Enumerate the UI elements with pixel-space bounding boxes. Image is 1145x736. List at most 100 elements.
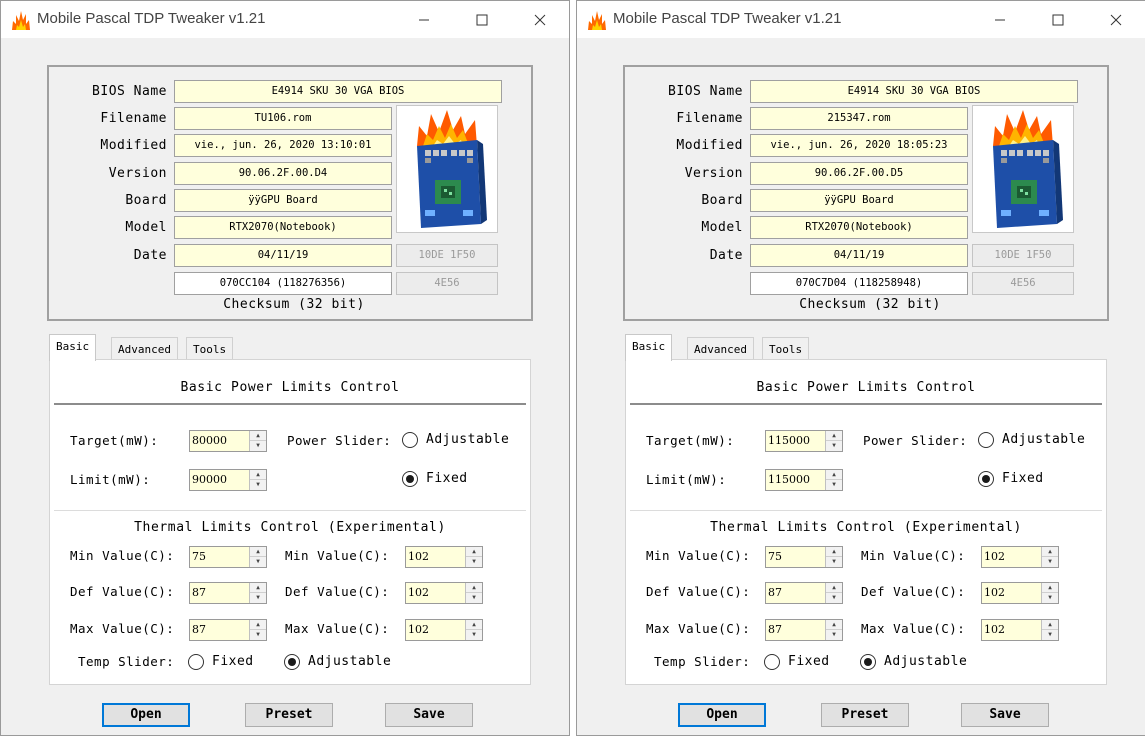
spin-down-icon[interactable]: ▼: [466, 630, 482, 640]
temp-slider-fixed-radio[interactable]: [188, 654, 204, 670]
target-stepper[interactable]: 80000 ▲ ▼: [189, 430, 267, 452]
limit-spin-buttons[interactable]: ▲ ▼: [249, 470, 266, 490]
spin-down-icon[interactable]: ▼: [1042, 557, 1058, 567]
thermal-min-stepper[interactable]: 75 ▲ ▼: [765, 546, 843, 568]
spin-up-icon[interactable]: ▲: [466, 620, 482, 630]
limit-spin-buttons[interactable]: ▲ ▼: [825, 470, 842, 490]
limit-stepper[interactable]: 90000 ▲ ▼: [189, 469, 267, 491]
spin-up-icon[interactable]: ▲: [250, 620, 266, 630]
thermal-max-stepper-2[interactable]: 102 ▲ ▼: [405, 619, 483, 641]
spin-up-icon[interactable]: ▲: [1042, 583, 1058, 593]
spin-up-icon[interactable]: ▲: [826, 583, 842, 593]
spin-down-icon[interactable]: ▼: [466, 557, 482, 567]
spin-down-icon[interactable]: ▼: [1042, 630, 1058, 640]
maximize-button[interactable]: [1029, 1, 1087, 38]
temp-slider-adjustable-radio[interactable]: [284, 654, 300, 670]
thermal-max-stepper[interactable]: 87 ▲ ▼: [189, 619, 267, 641]
spin-up-icon[interactable]: ▲: [466, 547, 482, 557]
close-button[interactable]: [1087, 1, 1145, 38]
spin-down-icon[interactable]: ▼: [466, 593, 482, 603]
maximize-button[interactable]: [453, 1, 511, 38]
board-field[interactable]: ÿÿGPU Board: [750, 189, 968, 212]
minimize-button[interactable]: [971, 1, 1029, 38]
temp-slider-adjustable-radio[interactable]: [860, 654, 876, 670]
spin-up-icon[interactable]: ▲: [466, 583, 482, 593]
spin-down-icon[interactable]: ▼: [826, 480, 842, 490]
open-button[interactable]: Open: [102, 703, 190, 727]
temp-slider-fixed-radio[interactable]: [764, 654, 780, 670]
spin-down-icon[interactable]: ▼: [1042, 593, 1058, 603]
thermal-max-stepper[interactable]: 87 ▲ ▼: [765, 619, 843, 641]
save-button[interactable]: Save: [385, 703, 473, 727]
checksum-field[interactable]: 070C7D04 (118258948): [750, 272, 968, 295]
target-spin-buttons[interactable]: ▲ ▼: [825, 431, 842, 451]
filename-field[interactable]: 215347.rom: [750, 107, 968, 130]
thermal-min-spin-buttons[interactable]: ▲ ▼: [825, 547, 842, 567]
tab-basic[interactable]: Basic: [625, 334, 673, 361]
thermal-max-spin-buttons[interactable]: ▲ ▼: [825, 620, 842, 640]
save-button[interactable]: Save: [961, 703, 1049, 727]
spin-up-icon[interactable]: ▲: [826, 620, 842, 630]
spin-up-icon[interactable]: ▲: [250, 547, 266, 557]
filename-field[interactable]: TU106.rom: [174, 107, 392, 130]
modified-field[interactable]: vie., jun. 26, 2020 18:05:23: [750, 134, 968, 157]
target-stepper[interactable]: 115000 ▲ ▼: [765, 430, 843, 452]
spin-down-icon[interactable]: ▼: [826, 630, 842, 640]
title-bar[interactable]: Mobile Pascal TDP Tweaker v1.21: [1, 1, 569, 38]
minimize-button[interactable]: [395, 1, 453, 38]
spin-up-icon[interactable]: ▲: [250, 583, 266, 593]
spin-up-icon[interactable]: ▲: [826, 470, 842, 480]
thermal-def-stepper[interactable]: 87 ▲ ▼: [189, 582, 267, 604]
tab-basic[interactable]: Basic: [49, 334, 97, 361]
thermal-max-spin-buttons-2[interactable]: ▲ ▼: [465, 620, 482, 640]
preset-button[interactable]: Preset: [821, 703, 909, 727]
thermal-min-stepper-2[interactable]: 102 ▲ ▼: [405, 546, 483, 568]
open-button[interactable]: Open: [678, 703, 766, 727]
model-field[interactable]: RTX2070(Notebook): [750, 216, 968, 239]
spin-down-icon[interactable]: ▼: [826, 441, 842, 451]
spin-down-icon[interactable]: ▼: [250, 480, 266, 490]
spin-up-icon[interactable]: ▲: [1042, 547, 1058, 557]
power-slider-adjustable-radio[interactable]: [978, 432, 994, 448]
thermal-def-spin-buttons-2[interactable]: ▲ ▼: [1041, 583, 1058, 603]
power-slider-adjustable-radio[interactable]: [402, 432, 418, 448]
title-bar[interactable]: Mobile Pascal TDP Tweaker v1.21: [577, 1, 1145, 38]
spin-up-icon[interactable]: ▲: [1042, 620, 1058, 630]
thermal-min-spin-buttons[interactable]: ▲ ▼: [249, 547, 266, 567]
limit-stepper[interactable]: 115000 ▲ ▼: [765, 469, 843, 491]
spin-down-icon[interactable]: ▼: [826, 593, 842, 603]
close-button[interactable]: [511, 1, 569, 38]
thermal-max-spin-buttons[interactable]: ▲ ▼: [249, 620, 266, 640]
power-slider-fixed-radio[interactable]: [402, 471, 418, 487]
spin-up-icon[interactable]: ▲: [826, 547, 842, 557]
version-field[interactable]: 90.06.2F.00.D5: [750, 162, 968, 185]
bios-name-field[interactable]: E4914 SKU 30 VGA BIOS: [750, 80, 1078, 103]
spin-up-icon[interactable]: ▲: [250, 470, 266, 480]
thermal-max-stepper-2[interactable]: 102 ▲ ▼: [981, 619, 1059, 641]
thermal-def-spin-buttons-2[interactable]: ▲ ▼: [465, 583, 482, 603]
model-field[interactable]: RTX2070(Notebook): [174, 216, 392, 239]
power-slider-fixed-radio[interactable]: [978, 471, 994, 487]
version-field[interactable]: 90.06.2F.00.D4: [174, 162, 392, 185]
preset-button[interactable]: Preset: [245, 703, 333, 727]
thermal-def-spin-buttons[interactable]: ▲ ▼: [825, 583, 842, 603]
spin-down-icon[interactable]: ▼: [826, 557, 842, 567]
spin-up-icon[interactable]: ▲: [826, 431, 842, 441]
bios-name-field[interactable]: E4914 SKU 30 VGA BIOS: [174, 80, 502, 103]
spin-down-icon[interactable]: ▼: [250, 441, 266, 451]
modified-field[interactable]: vie., jun. 26, 2020 13:10:01: [174, 134, 392, 157]
date-field[interactable]: 04/11/19: [174, 244, 392, 267]
thermal-min-spin-buttons-2[interactable]: ▲ ▼: [1041, 547, 1058, 567]
spin-down-icon[interactable]: ▼: [250, 593, 266, 603]
thermal-def-spin-buttons[interactable]: ▲ ▼: [249, 583, 266, 603]
target-spin-buttons[interactable]: ▲ ▼: [249, 431, 266, 451]
thermal-def-stepper-2[interactable]: 102 ▲ ▼: [405, 582, 483, 604]
thermal-max-spin-buttons-2[interactable]: ▲ ▼: [1041, 620, 1058, 640]
thermal-def-stepper[interactable]: 87 ▲ ▼: [765, 582, 843, 604]
thermal-min-stepper-2[interactable]: 102 ▲ ▼: [981, 546, 1059, 568]
spin-down-icon[interactable]: ▼: [250, 557, 266, 567]
thermal-min-stepper[interactable]: 75 ▲ ▼: [189, 546, 267, 568]
checksum-field[interactable]: 070CC104 (118276356): [174, 272, 392, 295]
thermal-min-spin-buttons-2[interactable]: ▲ ▼: [465, 547, 482, 567]
spin-down-icon[interactable]: ▼: [250, 630, 266, 640]
